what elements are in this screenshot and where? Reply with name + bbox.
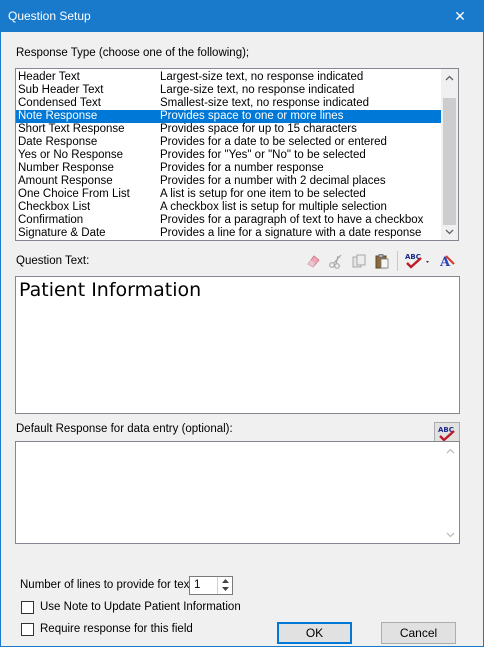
eraser-button[interactable] [303,251,323,271]
list-item[interactable]: Sub Header Text Large-size text, no respo… [16,84,442,97]
list-item[interactable]: Note Response Provides space to one or mo… [16,110,442,123]
spellcheck-icon: ABC [405,253,429,269]
response-type-description: Provides for a date to be selected or en… [160,136,387,148]
chevron-up-icon [445,75,454,80]
spin-down-button[interactable] [218,585,232,593]
spin-up-button[interactable] [218,577,232,585]
question-setup-dialog: Question Setup ✕ Response Type (choose o… [0,0,484,647]
ok-button[interactable]: OK [277,622,352,644]
chevron-up-icon [221,579,229,583]
response-type-name: Confirmation [18,214,84,226]
response-type-description: Provides for a number response [160,162,324,174]
response-type-name: One Choice From List [18,188,130,200]
response-type-name: Header Text [18,71,80,83]
spellcheck-button[interactable]: ABC [403,251,433,271]
use-note-label: Use Note to Update Patient Information [40,601,241,613]
list-item[interactable]: Date Response Provides for a date to be s… [16,136,442,149]
close-button[interactable]: ✕ [437,1,483,32]
list-item[interactable]: Condensed Text Smallest-size text, no res… [16,97,442,110]
default-response-input[interactable] [15,441,460,544]
response-type-description: Large-size text, no response indicated [160,84,355,96]
response-type-description: A checkbox list is setup for multiple se… [160,201,387,213]
list-item[interactable]: Amount Response Provides for a number wit… [16,175,442,188]
require-response-checkbox[interactable] [21,623,34,636]
scissors-icon [329,254,342,269]
default-response-scrollbar[interactable] [442,442,459,543]
cancel-button[interactable]: Cancel [381,622,456,644]
require-response-label: Require response for this field [40,623,193,635]
question-text-label: Question Text: [16,255,90,267]
copy-icon [352,254,366,268]
response-type-name: Checkbox List [18,201,91,213]
response-type-description: Provides a line for a signature with a d… [160,227,422,239]
response-type-description: Provides for a number with 2 decimal pla… [160,175,386,187]
response-type-description: Provides for "Yes" or "No" to be selecte… [160,149,366,161]
lines-spinner[interactable]: 1 [189,576,233,595]
scroll-down-button[interactable] [441,223,458,240]
cut-button[interactable] [326,251,346,271]
close-icon: ✕ [454,8,466,24]
question-text-value: Patient Information [19,279,202,301]
question-text-input[interactable]: Patient Information [15,276,460,414]
response-type-name: Sub Header Text [18,84,104,96]
title-bar: Question Setup ✕ [1,1,483,32]
font-icon: A [439,255,455,270]
default-response-label: Default Response for data entry (optiona… [16,423,233,435]
response-type-description: Provides space for up to 15 characters [160,123,357,135]
list-item[interactable]: Yes or No Response Provides for "Yes" or … [16,149,442,162]
list-item[interactable]: Signature & Date Provides a line for a si… [16,227,442,240]
response-type-list[interactable]: Header Text Largest-size text, no respons… [15,68,459,241]
toolbar-separator [397,251,398,271]
svg-text:A: A [439,255,451,270]
vertical-scrollbar[interactable] [441,69,458,240]
copy-button[interactable] [349,251,369,271]
response-type-description: Provides for a paragraph of text to have… [160,214,424,226]
scroll-down-button[interactable] [442,526,459,543]
response-type-name: Short Text Response [18,123,125,135]
response-type-name: Date Response [18,136,98,148]
response-type-name: Condensed Text [18,97,101,109]
scroll-thumb[interactable] [443,98,456,225]
lines-value: 1 [194,579,201,591]
scroll-up-button[interactable] [441,69,458,86]
lines-label: Number of lines to provide for text: [20,579,196,591]
response-type-name: Amount Response [18,175,113,187]
response-type-description: Provides space to one or more lines [160,110,344,122]
response-type-name: Note Response [18,110,98,122]
list-item[interactable]: Confirmation Provides for a paragraph of … [16,214,442,227]
font-button[interactable]: A [437,251,457,271]
window-title: Question Setup [8,9,91,23]
list-item[interactable]: Number Response Provides for a number res… [16,162,442,175]
response-type-description: A list is setup for one item to be selec… [160,188,366,200]
response-type-label: Response Type (choose one of the followi… [16,47,250,59]
list-item[interactable]: Checkbox List A checkbox list is setup fo… [16,201,442,214]
response-type-name: Number Response [18,162,114,174]
response-type-name: Signature & Date [18,227,106,239]
chevron-down-icon [446,532,455,537]
list-item[interactable]: Header Text Largest-size text, no respons… [16,71,442,84]
chevron-down-icon [221,587,229,591]
scroll-up-button[interactable] [442,442,459,459]
use-note-checkbox[interactable] [21,601,34,614]
response-type-description: Largest-size text, no response indicated [160,71,364,83]
chevron-down-icon [445,229,454,234]
response-type-name: Yes or No Response [18,149,124,161]
eraser-icon [307,255,320,268]
response-type-description: Smallest-size text, no response indicate… [160,97,370,109]
list-item[interactable]: One Choice From List A list is setup for … [16,188,442,201]
paste-button[interactable] [372,251,392,271]
list-item[interactable]: Short Text Response Provides space for up… [16,123,442,136]
chevron-up-icon [446,448,455,453]
paste-icon [375,254,389,269]
